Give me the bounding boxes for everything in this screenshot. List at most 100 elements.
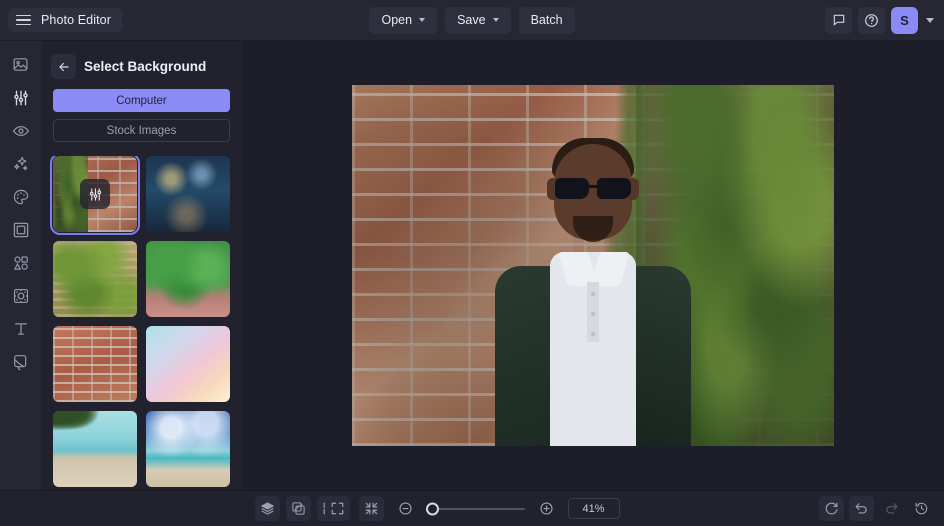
rail-item-effects[interactable]	[4, 148, 37, 179]
bottombar-left	[10, 496, 342, 521]
text-icon	[12, 320, 30, 338]
rail-item-adjust[interactable]	[4, 82, 37, 113]
fit-to-screen-button[interactable]	[358, 496, 384, 521]
background-thumbnail-grid	[41, 156, 242, 490]
thumb-city-night[interactable]	[146, 156, 230, 232]
image-subject-person	[493, 116, 693, 446]
help-button[interactable]	[858, 6, 885, 34]
redo-button[interactable]	[879, 496, 904, 521]
thumb-art	[146, 241, 230, 317]
avatar[interactable]: S	[891, 6, 918, 34]
rail-item-sticker[interactable]	[4, 280, 37, 311]
compare-icon	[291, 501, 306, 516]
open-label: Open	[381, 13, 413, 27]
eye-icon	[12, 122, 30, 140]
topbar-right: S	[825, 6, 944, 34]
tab-computer[interactable]: Computer	[53, 89, 230, 112]
refresh-icon	[824, 501, 839, 516]
sliders-icon	[12, 89, 30, 107]
arrow-left-icon	[57, 60, 71, 74]
redo-icon	[884, 501, 899, 516]
thumb-art	[146, 411, 230, 487]
tab-stock-images-label: Stock Images	[106, 124, 177, 137]
sparkles-icon	[12, 155, 30, 173]
zoom-in-button[interactable]	[534, 496, 559, 521]
expand-icon	[330, 501, 345, 516]
thumb-beach-runner[interactable]	[53, 411, 137, 487]
thumb-brick-red[interactable]	[53, 326, 137, 402]
palette-icon	[12, 188, 30, 206]
layers-icon	[12, 353, 30, 371]
side-panel: Select Background Computer Stock Images	[41, 41, 242, 490]
reset-button[interactable]	[819, 496, 844, 521]
thumb-art	[146, 326, 230, 402]
app-menu-button[interactable]: Photo Editor	[8, 8, 122, 32]
tab-stock-images[interactable]: Stock Images	[53, 119, 230, 142]
subject-button	[591, 292, 595, 296]
subject-sunglasses	[555, 178, 631, 199]
tool-rail	[0, 41, 41, 490]
rail-item-color[interactable]	[4, 181, 37, 212]
edited-image[interactable]	[352, 85, 834, 446]
top-toolbar: Photo Editor Open Save Batch S	[0, 0, 944, 41]
rail-item-elements[interactable]	[4, 247, 37, 278]
thumb-ivy-green[interactable]	[146, 241, 230, 317]
source-tabs: Computer Stock Images	[41, 89, 242, 142]
canvas-area[interactable]	[242, 41, 944, 490]
zoom-level-value[interactable]: 41%	[567, 498, 620, 519]
zoom-out-button[interactable]	[393, 496, 418, 521]
thumb-brick-ivy[interactable]	[50, 156, 140, 235]
panel-back-button[interactable]	[51, 54, 76, 79]
avatar-initial: S	[900, 12, 909, 28]
history-button[interactable]	[909, 496, 934, 521]
frame-icon	[12, 221, 30, 239]
zoom-slider-track[interactable]	[425, 502, 525, 515]
topbar-center: Open Save Batch	[0, 0, 944, 40]
shapes-icon	[12, 254, 30, 272]
save-label: Save	[457, 13, 486, 27]
fullscreen-button[interactable]	[324, 496, 350, 521]
thumb-beach-clouds[interactable]	[146, 411, 230, 487]
chevron-down-icon	[419, 18, 426, 22]
rail-item-text[interactable]	[4, 313, 37, 344]
bottom-toolbar: 41%	[0, 490, 944, 526]
minus-circle-icon	[398, 501, 413, 516]
compare-button[interactable]	[286, 496, 311, 521]
thumb-ivy-wall[interactable]	[53, 241, 137, 317]
rail-item-retouch[interactable]	[4, 115, 37, 146]
rail-item-layers[interactable]	[4, 346, 37, 377]
open-button[interactable]: Open	[369, 6, 438, 34]
thumb-pastel[interactable]	[146, 326, 230, 402]
subject-button	[591, 312, 595, 316]
image-icon	[12, 56, 29, 73]
panel-title: Select Background	[84, 59, 207, 74]
help-circle-icon	[864, 13, 879, 28]
layers-button[interactable]	[255, 496, 280, 521]
sliders-icon	[80, 179, 110, 209]
main-area: Select Background Computer Stock Images	[0, 41, 944, 490]
undo-button[interactable]	[849, 496, 874, 521]
feedback-button[interactable]	[825, 6, 852, 34]
zoom-slider[interactable]	[425, 502, 525, 515]
rail-item-image[interactable]	[4, 49, 37, 80]
chat-icon	[832, 13, 846, 27]
app-title: Photo Editor	[41, 13, 111, 27]
rail-item-frame[interactable]	[4, 214, 37, 245]
tab-computer-label: Computer	[116, 94, 167, 107]
plus-circle-icon	[539, 501, 554, 516]
thumb-art	[53, 326, 137, 402]
layers-icon	[260, 501, 275, 516]
thumb-art	[53, 241, 137, 317]
bottombar-right	[819, 496, 934, 521]
account-chevron-down-icon[interactable]	[926, 17, 934, 23]
subject-button	[591, 332, 595, 336]
batch-button[interactable]: Batch	[518, 6, 575, 34]
thumb-art	[53, 411, 137, 487]
zoom-slider-handle[interactable]	[425, 502, 439, 515]
batch-label: Batch	[530, 13, 563, 27]
hamburger-icon	[16, 14, 31, 26]
save-button[interactable]: Save	[445, 6, 511, 34]
thumb-art	[146, 156, 230, 232]
collapse-icon	[364, 501, 379, 516]
undo-icon	[854, 501, 869, 516]
